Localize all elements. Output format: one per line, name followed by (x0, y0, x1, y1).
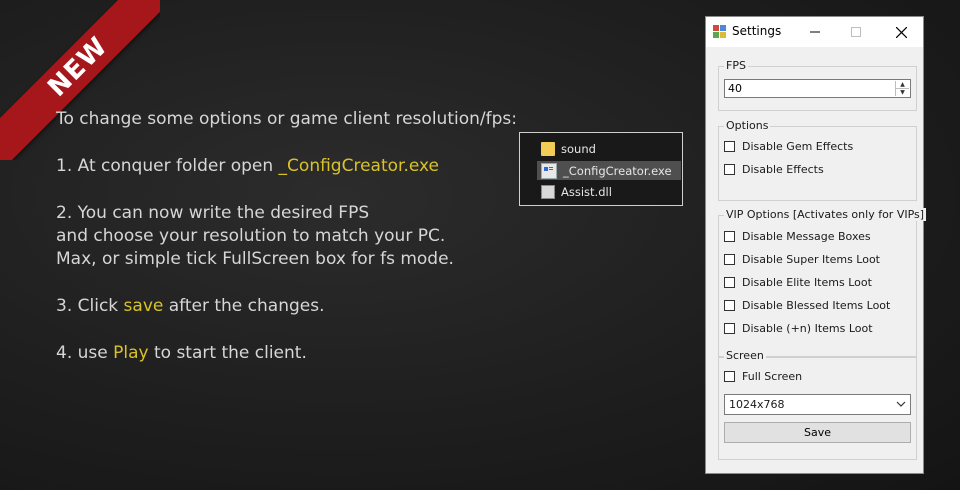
folder-icon (541, 141, 555, 156)
minimize-button[interactable] (798, 17, 832, 47)
step-3-text: 3. Click (56, 296, 124, 316)
checkbox-label: Disable Message Boxes (742, 229, 871, 243)
checkbox-disable-gem-effects[interactable]: Disable Gem Effects (724, 138, 853, 154)
checkbox-icon[interactable] (724, 276, 735, 288)
checkbox-label: Disable Blessed Items Loot (742, 298, 891, 312)
explorer-item-configcreator[interactable]: _ConfigCreator.exe (537, 161, 681, 180)
checkbox-disable-elite-items-loot[interactable]: Disable Elite Items Loot (724, 274, 872, 290)
step-4-text: 4. use (56, 343, 114, 363)
resolution-select[interactable]: 1024x768 (724, 394, 911, 415)
app-icon (713, 25, 726, 38)
vip-options-label: VIP Options [Activates only for VIPs] (724, 208, 927, 221)
step-3-suffix: after the changes. (163, 296, 325, 316)
checkbox-label: Disable Gem Effects (742, 139, 854, 153)
checkbox-label: Disable Elite Items Loot (742, 275, 872, 289)
checkbox-disable-blessed-items-loot[interactable]: Disable Blessed Items Loot (724, 297, 890, 313)
checkbox-icon[interactable] (724, 299, 735, 311)
maximize-icon (851, 27, 861, 37)
options-label: Options (724, 119, 771, 132)
checkbox-disable-effects[interactable]: Disable Effects (724, 161, 824, 177)
checkbox-disable-plus-n-items-loot[interactable]: Disable (+n) Items Loot (724, 320, 873, 336)
settings-window: Settings FPS ▲ ▼ Options Disable Gem Eff… (705, 16, 927, 474)
checkbox-label: Disable (+n) Items Loot (742, 321, 873, 335)
checkbox-icon[interactable] (724, 253, 735, 265)
checkbox-label: Full Screen (742, 369, 803, 383)
title-bar[interactable]: Settings (706, 17, 923, 47)
fps-value[interactable] (725, 80, 888, 97)
step-1-text: 1. At conquer folder open (56, 156, 279, 176)
fps-input[interactable]: ▲ ▼ (724, 79, 911, 98)
instructions: To change some options or game client re… (56, 108, 526, 365)
checkbox-disable-message-boxes[interactable]: Disable Message Boxes (724, 228, 871, 244)
checkbox-icon[interactable] (724, 322, 735, 334)
instructions-step-3: 3. Click save after the changes. (56, 295, 526, 318)
checkbox-label: Disable Super Items Loot (742, 252, 880, 266)
checkbox-icon[interactable] (724, 230, 735, 242)
dll-icon (541, 184, 555, 199)
chevron-down-icon (896, 401, 906, 407)
close-icon (895, 26, 907, 38)
checkbox-label: Disable Effects (742, 162, 824, 176)
window-title: Settings (732, 24, 782, 38)
explorer-item-assist-dll[interactable]: Assist.dll (537, 182, 681, 201)
new-ribbon-label: NEW (42, 31, 114, 103)
explorer-item-sound[interactable]: sound (537, 139, 681, 158)
fps-label: FPS (724, 59, 748, 72)
step-1-highlight: _ConfigCreator.exe (278, 156, 440, 176)
step-4-suffix: to start the client. (148, 343, 307, 363)
instructions-step-2-line-2: and choose your resolution to match your… (56, 226, 446, 246)
spin-up-icon[interactable]: ▲ (896, 81, 909, 89)
instructions-step-4: 4. use Play to start the client. (56, 342, 526, 365)
save-button[interactable]: Save (724, 422, 911, 443)
exe-icon (541, 162, 557, 179)
screen-label: Screen (724, 349, 766, 362)
spin-down-icon[interactable]: ▼ (896, 89, 909, 96)
close-button[interactable] (884, 17, 918, 47)
explorer-item-label: _ConfigCreator.exe (563, 163, 672, 178)
resolution-value: 1024x768 (729, 398, 785, 411)
maximize-button[interactable] (839, 17, 873, 47)
explorer-item-label: sound (561, 141, 596, 156)
step-3-highlight: save (123, 296, 164, 316)
instructions-step-1: 1. At conquer folder open _ConfigCreator… (56, 155, 526, 178)
checkbox-icon[interactable] (724, 163, 735, 175)
explorer-item-label: Assist.dll (561, 184, 612, 199)
checkbox-icon[interactable] (724, 140, 735, 152)
fps-spinner[interactable]: ▲ ▼ (895, 81, 909, 96)
instructions-step-2-line-3: Max, or simple tick FullScreen box for f… (56, 249, 454, 269)
checkbox-icon[interactable] (724, 370, 735, 382)
checkbox-disable-super-items-loot[interactable]: Disable Super Items Loot (724, 251, 880, 267)
step-4-highlight: Play (113, 343, 149, 363)
file-explorer-snippet: sound _ConfigCreator.exe Assist.dll (519, 132, 683, 206)
minimize-icon (810, 31, 820, 33)
instructions-step-2-line-1: 2. You can now write the desired FPS (56, 203, 370, 223)
instructions-intro: To change some options or game client re… (56, 109, 517, 129)
checkbox-full-screen[interactable]: Full Screen (724, 368, 802, 384)
